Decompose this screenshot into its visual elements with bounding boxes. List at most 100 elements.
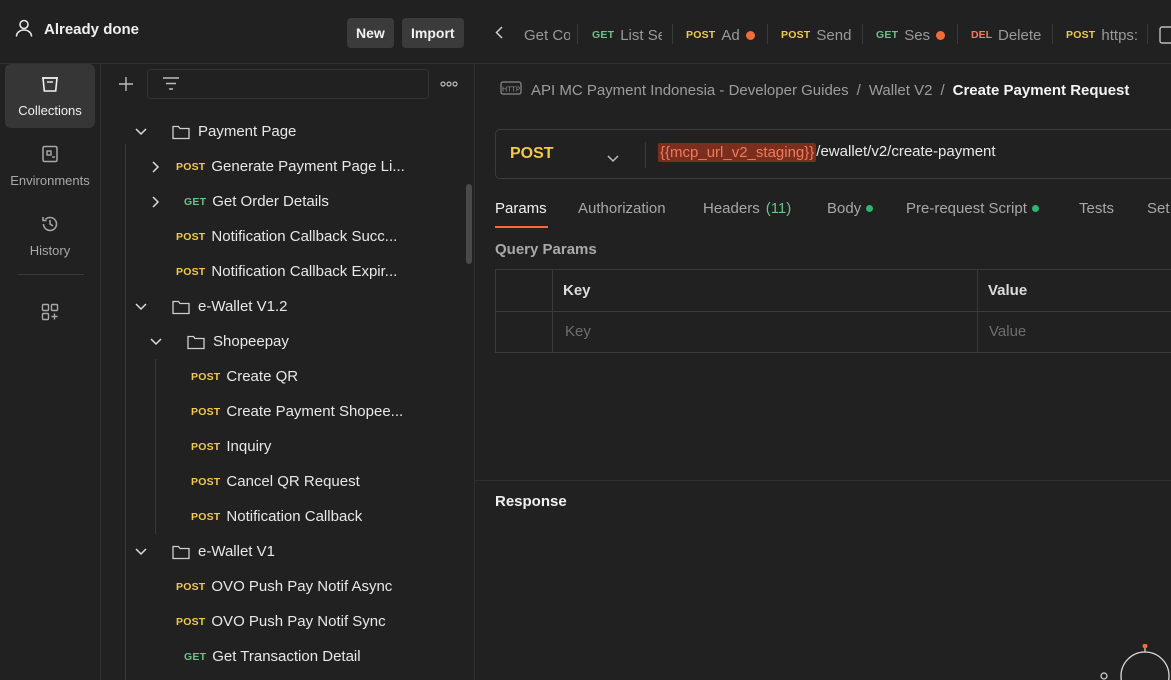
chevron-left-icon[interactable] [495, 26, 503, 42]
more-options-icon[interactable] [440, 77, 458, 94]
request-item[interactable]: GET Get Order Details [101, 184, 474, 219]
tab-label: Delete [998, 26, 1042, 44]
request-item[interactable]: POST OVO Push Pay Notif Sync [101, 604, 474, 639]
rail-label: History [29, 243, 71, 258]
request-label: Create Payment Shopee... [226, 403, 404, 420]
request-tab[interactable]: POST https: [1066, 20, 1138, 50]
folder-label: Shopeepay [213, 333, 289, 350]
request-item[interactable]: POST Generate Payment Page Li... [101, 149, 474, 184]
sidebar-toolbar [101, 68, 474, 100]
tab-label: Get Co [524, 26, 570, 44]
url-variable: {{mcp_url_v2_staging}} [658, 143, 817, 162]
folder-ewallet-v1[interactable]: e-Wallet V1 [101, 534, 474, 569]
request-label: Notification Callback Succ... [211, 228, 398, 245]
rail-label: Environments [10, 173, 90, 188]
request-tab[interactable]: Get Co [524, 20, 570, 50]
method-badge: POST [686, 29, 716, 41]
tab-label: Body [827, 200, 862, 217]
request-item[interactable]: POST Notification Callback Expir... [101, 254, 474, 289]
request-item[interactable]: POST Inquiry [101, 429, 474, 464]
request-label: Get Order Details [212, 193, 329, 210]
tab-headers[interactable]: Headers (11) [703, 200, 791, 217]
request-tab[interactable]: GET List Se [592, 20, 662, 50]
key-column-header: Key [563, 282, 591, 299]
method-badge: GET [184, 650, 207, 663]
request-item[interactable]: GET Get Transaction Detail [101, 639, 474, 674]
folder-ewallet-v1-2[interactable]: e-Wallet V1.2 [101, 289, 474, 324]
tab-authorization[interactable]: Authorization [578, 200, 666, 217]
request-tab[interactable]: DEL Delete [971, 20, 1043, 50]
new-button[interactable]: New [347, 18, 394, 48]
request-item[interactable]: POST Notification Callback Succ... [101, 219, 474, 254]
folder-payment-page[interactable]: Payment Page [101, 114, 474, 149]
request-title[interactable]: Create Payment Request [953, 82, 1130, 99]
environments-icon [40, 144, 60, 167]
method-badge: GET [592, 29, 615, 41]
tab-divider [1147, 24, 1148, 44]
tab-pre-request-script[interactable]: Pre-request Script [906, 200, 1039, 217]
request-tab[interactable]: POST Ad [686, 20, 761, 50]
url-input[interactable]: {{mcp_url_v2_staging}} /ewallet/v2/creat… [658, 143, 996, 162]
tab-tests[interactable]: Tests [1079, 200, 1114, 217]
rail-label: Collections [18, 103, 82, 118]
headers-count: (11) [765, 200, 792, 217]
param-key-input[interactable]: Key [565, 323, 591, 340]
tab-list-icon[interactable] [1159, 26, 1171, 47]
sidebar-search-input[interactable] [147, 69, 429, 99]
svg-text:HTTP: HTTP [502, 86, 520, 94]
request-tab[interactable]: GET Ses [876, 20, 951, 50]
request-item[interactable]: POST OVO Push Pay Notif Async [101, 569, 474, 604]
tab-divider [767, 24, 768, 44]
param-value-input[interactable]: Value [989, 323, 1026, 340]
tab-divider [862, 24, 863, 44]
breadcrumb-collection[interactable]: API MC Payment Indonesia - Developer Gui… [531, 82, 849, 99]
workspace-switcher[interactable]: Already done [14, 18, 139, 41]
request-editor: HTTP API MC Payment Indonesia - Develope… [475, 64, 1171, 680]
method-badge: POST [176, 230, 206, 243]
chevron-down-icon[interactable] [607, 150, 619, 166]
request-item[interactable]: POST Create QR [101, 359, 474, 394]
request-tabs-bar: Get Co GET List Se POST Ad POST Send GET… [475, 0, 1171, 64]
rail-divider [18, 274, 84, 275]
value-column-header: Value [988, 282, 1028, 299]
rail-configure-workbench[interactable] [5, 280, 95, 346]
add-icon[interactable] [117, 75, 135, 96]
folder-shopeepay[interactable]: Shopeepay [101, 324, 474, 359]
breadcrumb: HTTP API MC Payment Indonesia - Develope… [499, 78, 1129, 102]
tab-divider [957, 24, 958, 44]
tab-body[interactable]: Body [827, 200, 874, 217]
folder-icon [172, 124, 190, 140]
method-badge: GET [876, 29, 899, 41]
tab-label: Params [495, 200, 547, 217]
response-divider[interactable] [475, 480, 1171, 481]
active-tab-underline [495, 226, 548, 228]
collections-sidebar: Payment Page POST Generate Payment Page … [101, 64, 475, 680]
request-item[interactable]: POST Notification Callback [101, 499, 474, 534]
workspace-name: Already done [44, 21, 140, 38]
tab-label: Pre-request Script [906, 200, 1027, 217]
tab-label: Set [1147, 200, 1170, 217]
tab-params[interactable]: Params [495, 200, 548, 228]
breadcrumb-folder[interactable]: Wallet V2 [869, 82, 933, 99]
row-divider [496, 311, 1171, 312]
rail-environments[interactable]: Environments [5, 134, 95, 198]
request-label: Notification Callback [226, 508, 363, 525]
request-label: Get Transaction Detail [212, 648, 361, 665]
tab-label: Send [816, 26, 852, 44]
chevron-right-icon [149, 195, 163, 209]
method-badge: POST [191, 405, 221, 418]
tab-settings[interactable]: Set [1147, 200, 1170, 217]
request-item[interactable]: POST Create Payment Shopee... [101, 394, 474, 429]
request-item[interactable]: POST Cancel QR Request [101, 464, 474, 499]
left-rail: Collections Environments History [0, 64, 101, 680]
rail-collections[interactable]: Collections [5, 64, 95, 128]
rail-history[interactable]: History [5, 204, 95, 268]
method-badge: POST [191, 440, 221, 453]
method-select[interactable]: POST [510, 145, 554, 163]
tab-label: Authorization [578, 200, 666, 217]
request-tab[interactable]: POST Send [781, 20, 853, 50]
import-button[interactable]: Import [402, 18, 464, 48]
response-title: Response [495, 493, 567, 510]
folder-label: Payment Page [198, 123, 297, 140]
tab-label: Ses [904, 26, 931, 44]
